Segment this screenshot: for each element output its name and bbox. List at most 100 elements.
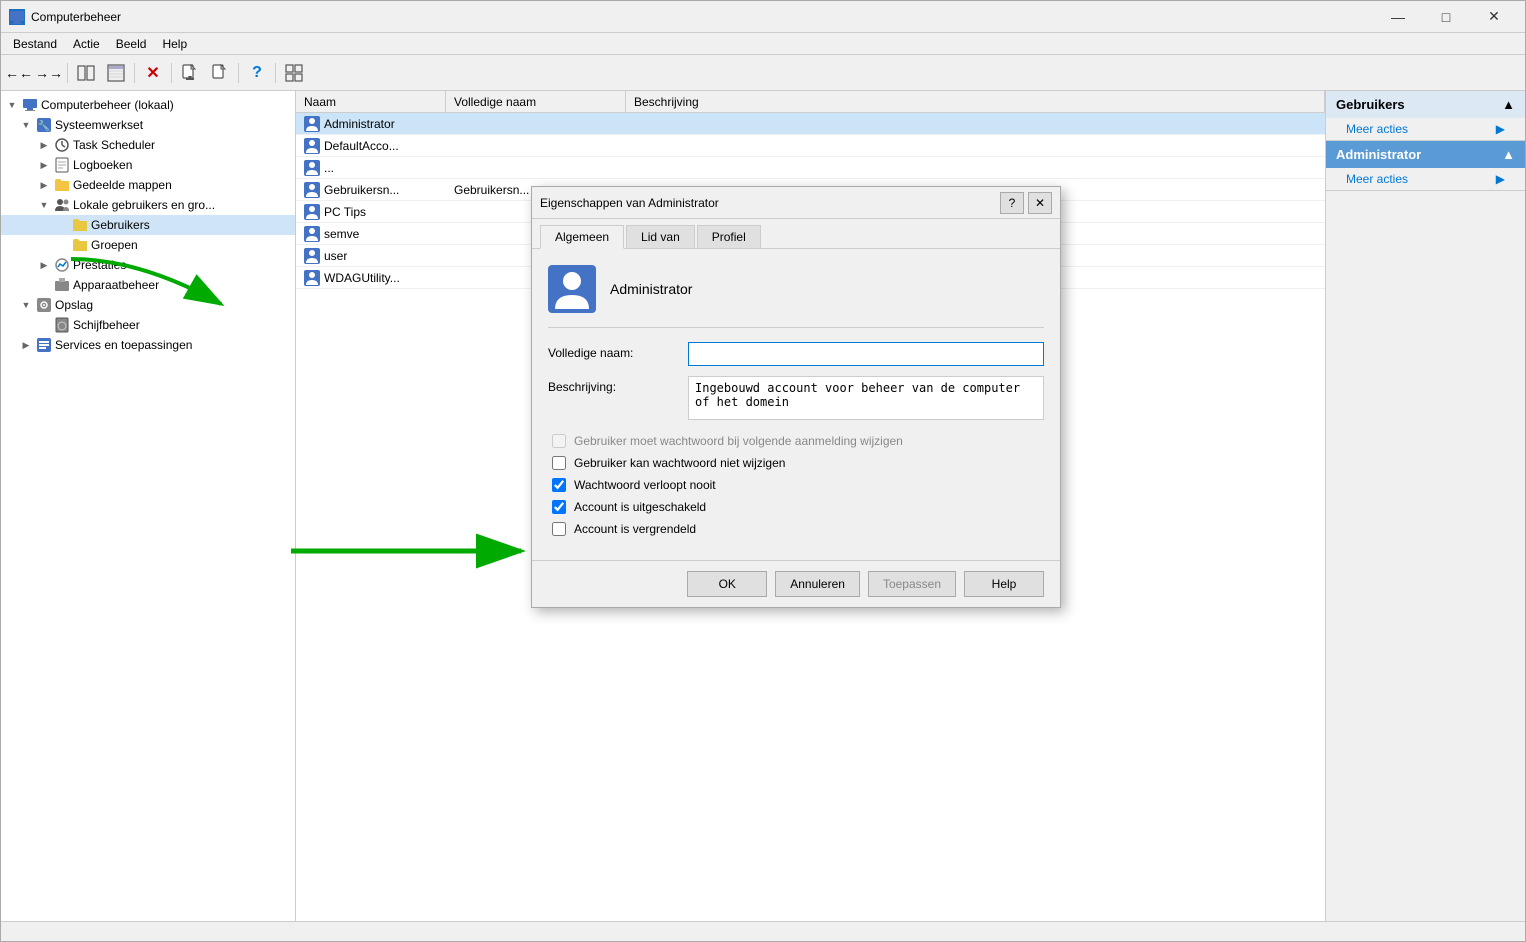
help-dialog-button[interactable]: Help [964, 571, 1044, 597]
delete-button[interactable]: ✕ [139, 60, 167, 86]
cell-naam-guest: ... [296, 158, 446, 178]
forward-button[interactable]: → [35, 60, 63, 86]
tree-item-apparaatbeheer[interactable]: ▶ Apparaatbeheer [1, 275, 295, 295]
toggle-task[interactable]: ▶ [37, 138, 51, 152]
col-beschrijving[interactable]: Beschrijving [626, 91, 1325, 112]
actions-header-gebruikers: Gebruikers ▲ [1326, 91, 1525, 118]
actions-item-meer-acties-gebruikers[interactable]: Meer acties ▶ [1326, 118, 1525, 140]
disk-icon [54, 317, 70, 333]
toggle-services[interactable]: ▶ [19, 338, 33, 352]
list-row-defaultacco[interactable]: DefaultAcco... [296, 135, 1325, 157]
minimize-button[interactable]: — [1375, 4, 1421, 30]
tree-item-groepen[interactable]: ▶ Groepen [1, 235, 295, 255]
actions-section-gebruikers: Gebruikers ▲ Meer acties ▶ [1326, 91, 1525, 141]
toggle-prestaties[interactable]: ▶ [37, 258, 51, 272]
tree-item-task-scheduler[interactable]: ▶ Task Scheduler [1, 135, 295, 155]
ok-button[interactable]: OK [687, 571, 767, 597]
tree-item-gedeelde-mappen[interactable]: ▶ Gedeelde mappen [1, 175, 295, 195]
checkbox-row-1: Gebruiker moet wachtwoord bij volgende a… [548, 434, 1044, 448]
toggle-opslag[interactable]: ▼ [19, 298, 33, 312]
annuleren-button[interactable]: Annuleren [775, 571, 860, 597]
maximize-button[interactable]: □ [1423, 4, 1469, 30]
tree-label-prestaties: Prestaties [73, 258, 126, 272]
tree-label-groepen: Groepen [91, 238, 138, 252]
import-button[interactable] [206, 60, 234, 86]
user-icon-guest [304, 160, 320, 176]
tree-item-systeemwerkset[interactable]: ▼ 🔧 Systeemwerkset [1, 115, 295, 135]
input-volledige-naam[interactable] [688, 342, 1044, 366]
main-window: Computerbeheer — □ ✕ Bestand Actie Beeld… [0, 0, 1526, 942]
checkbox-wachtwoord-wijzigen[interactable] [552, 434, 566, 448]
tab-profiel[interactable]: Profiel [697, 225, 761, 248]
show-hide-tree-button[interactable] [72, 60, 100, 86]
toggle-shared[interactable]: ▶ [37, 178, 51, 192]
list-header: Naam Volledige naam Beschrijving [296, 91, 1325, 113]
cell-desc-administrator [626, 122, 1325, 126]
toggle-systeemwerkset[interactable]: ▼ [19, 118, 33, 132]
svg-text:🔧: 🔧 [38, 119, 50, 132]
dialog-title-controls: ? ✕ [1000, 192, 1052, 214]
tree-item-label: Systeemwerkset [55, 118, 143, 132]
tab-algemeen[interactable]: Algemeen [540, 225, 624, 249]
list-row-administrator[interactable]: Administrator [296, 113, 1325, 135]
menu-beeld[interactable]: Beeld [108, 35, 155, 53]
label-cb1: Gebruiker moet wachtwoord bij volgende a… [574, 434, 903, 448]
textarea-beschrijving[interactable]: Ingebouwd account voor beheer van de com… [688, 376, 1044, 420]
users-folder-icon [72, 217, 88, 233]
close-button[interactable]: ✕ [1471, 4, 1517, 30]
tree-label-task: Task Scheduler [73, 138, 155, 152]
checkbox-account-uitgeschakeld[interactable] [552, 500, 566, 514]
cell-fullname-default [446, 144, 626, 148]
menu-bestand[interactable]: Bestand [5, 35, 65, 53]
toggle-local-users[interactable]: ▼ [37, 198, 51, 212]
label-volledige-naam: Volledige naam: [548, 342, 688, 360]
dialog-title-bar: Eigenschappen van Administrator ? ✕ [532, 187, 1060, 219]
checkbox-wachtwoord-niet-wijzigen[interactable] [552, 456, 566, 470]
form-row-volledige-naam: Volledige naam: [548, 342, 1044, 366]
cell-naam-gebruikersn: Gebruikersn... [296, 180, 446, 200]
groups-folder-icon [72, 237, 88, 253]
checkbox-account-vergrendeld[interactable] [552, 522, 566, 536]
menu-help[interactable]: Help [154, 35, 195, 53]
dialog-title-text: Eigenschappen van Administrator [540, 196, 719, 210]
tree-item-opslag[interactable]: ▼ Opslag [1, 295, 295, 315]
help-button[interactable]: ? [243, 60, 271, 86]
user-icon-wdag [304, 270, 320, 286]
tree-root[interactable]: ▼ Computerbeheer (lokaal) [1, 95, 295, 115]
tree-item-local-users[interactable]: ▼ Lokale gebruikers en gro... [1, 195, 295, 215]
tree-item-services[interactable]: ▶ Services en toepassingen [1, 335, 295, 355]
properties-button[interactable] [280, 60, 308, 86]
cell-naam-default: DefaultAcco... [296, 136, 446, 156]
checkbox-wachtwoord-verloopt-nooit[interactable] [552, 478, 566, 492]
tree-label-gebruikers: Gebruikers [91, 218, 150, 232]
tree-item-prestaties[interactable]: ▶ Prestaties [1, 255, 295, 275]
local-users-icon [54, 197, 70, 213]
toggle-log[interactable]: ▶ [37, 158, 51, 172]
clock-icon [54, 137, 70, 153]
shared-folder-icon [54, 177, 70, 193]
dialog-footer: OK Annuleren Toepassen Help [532, 560, 1060, 607]
dialog-help-button[interactable]: ? [1000, 192, 1024, 214]
col-volledige-naam[interactable]: Volledige naam [446, 91, 626, 112]
user-icon-user [304, 248, 320, 264]
actions-item-meer-acties-admin[interactable]: Meer acties ▶ [1326, 168, 1525, 190]
tree-panel: ▼ Computerbeheer (lokaal) ▼ 🔧 [1, 91, 296, 921]
user-icon-semve [304, 226, 320, 242]
tree-item-schijfbeheer[interactable]: ▶ Schijfbeheer [1, 315, 295, 335]
list-row-guest[interactable]: ... [296, 157, 1325, 179]
tree-toggle-root[interactable]: ▼ [5, 98, 19, 112]
menu-actie[interactable]: Actie [65, 35, 108, 53]
dialog-tabs: Algemeen Lid van Profiel [532, 219, 1060, 249]
tab-lid-van[interactable]: Lid van [626, 225, 695, 248]
tree-label-log: Logboeken [73, 158, 132, 172]
cell-desc-guest [626, 166, 1325, 170]
back-button[interactable]: ← [5, 60, 33, 86]
tree-item-logboeken[interactable]: ▶ Logboeken [1, 155, 295, 175]
dialog-close-button[interactable]: ✕ [1028, 192, 1052, 214]
tree-item-gebruikers[interactable]: ▶ Gebruikers [1, 215, 295, 235]
col-naam[interactable]: Naam [296, 91, 446, 112]
tree-view-button[interactable] [102, 60, 130, 86]
toepassen-button[interactable]: Toepassen [868, 571, 956, 597]
app-icon [9, 9, 25, 25]
export-button[interactable] [176, 60, 204, 86]
